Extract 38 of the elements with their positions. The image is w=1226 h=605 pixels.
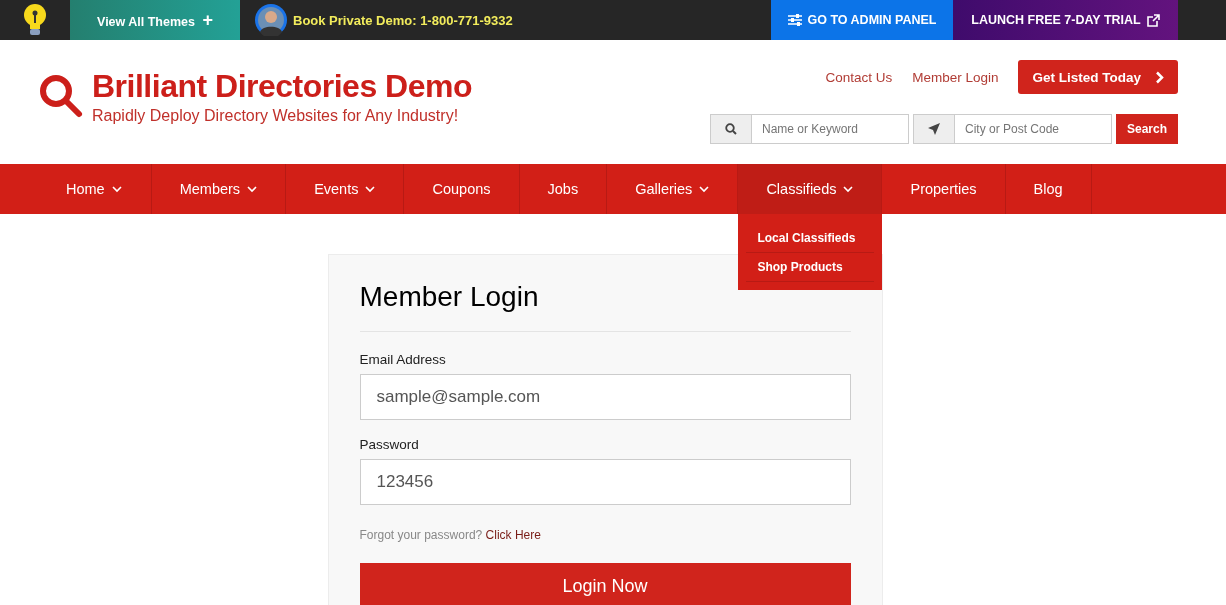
click-here-link[interactable]: Click Here (485, 528, 541, 542)
nav-item[interactable]: Home (20, 164, 152, 214)
location-arrow-icon (927, 123, 940, 135)
nav-item[interactable]: Blog (1005, 164, 1092, 214)
email-field[interactable]: sample@sample.com (359, 374, 851, 420)
location-field[interactable]: City or Post Code (954, 114, 1112, 144)
search-icon (724, 123, 737, 135)
get-listed-button[interactable]: Get Listed Today (1018, 60, 1178, 94)
nav-item[interactable]: Events (286, 164, 405, 214)
dropdown-item[interactable]: Shop Products (746, 253, 875, 282)
header-link[interactable]: Contact Us (825, 69, 893, 85)
demo-phone-text: Book Private Demo: 1-800-771-9332 (293, 12, 513, 28)
dropdown-item[interactable]: Local Classifieds (746, 224, 875, 253)
chevron-right-icon (1155, 70, 1164, 84)
sliders-icon (787, 14, 802, 26)
avatar-icon (255, 4, 287, 36)
nav-item[interactable]: Classifieds (738, 164, 883, 214)
login-button[interactable]: Login Now (359, 563, 851, 605)
lightbulb-icon (22, 3, 48, 37)
free-trial-button[interactable]: LAUNCH FREE 7-DAY TRIAL (953, 0, 1178, 40)
field-label: Password (359, 437, 420, 452)
nav-item[interactable]: Jobs (519, 164, 608, 214)
nav-item[interactable]: Coupons (404, 164, 520, 214)
magnifier-logo-icon (38, 73, 84, 119)
keyword-field[interactable]: Name or Keyword (751, 114, 909, 144)
nav-item[interactable]: Properties (882, 164, 1006, 214)
password-field[interactable]: 123456 (359, 459, 851, 505)
site-tagline: Rapidly Deploy Directory Websites for Any Industry! (92, 106, 460, 125)
view-themes-button[interactable]: View All Themes + (70, 0, 240, 40)
external-link-icon (1146, 13, 1160, 27)
login-title: Member Login (359, 281, 851, 332)
site-title[interactable]: Brilliant Directories Demo (92, 67, 472, 105)
forgot-text: Forgot your password? (359, 528, 483, 542)
search-button[interactable]: Search (1115, 114, 1178, 144)
header-link[interactable]: Member Login (912, 69, 999, 85)
field-label: Email Address (359, 352, 447, 367)
admin-panel-button[interactable]: GO TO ADMIN PANEL (771, 0, 953, 40)
nav-item[interactable]: Members (151, 164, 287, 214)
